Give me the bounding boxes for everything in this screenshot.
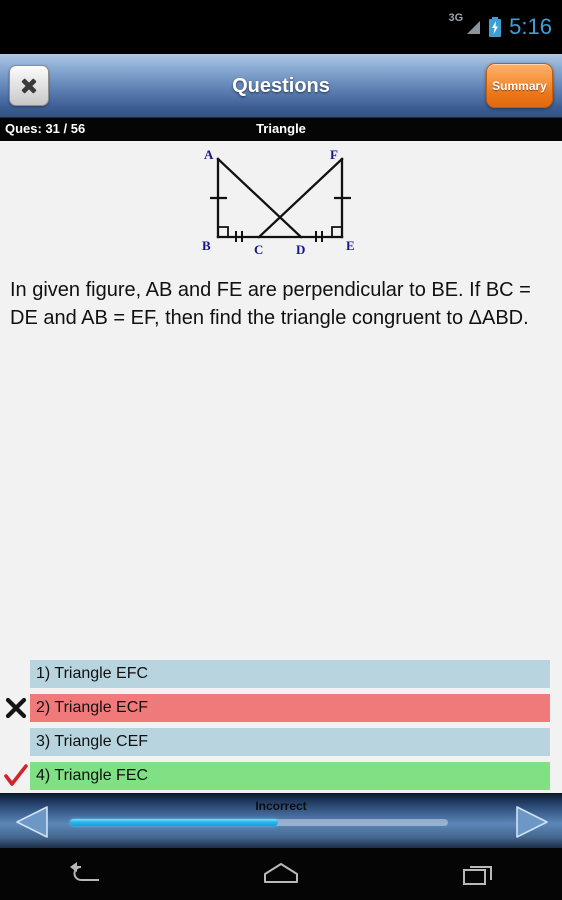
answer-options-list: 1) Triangle EFC 2) Triangle ECF 3) Trian…: [0, 660, 562, 793]
option-mark-3: [2, 728, 30, 756]
geometry-figure: A F B C D E: [0, 141, 562, 259]
question-info-bar: Ques: 31 / 56 Triangle: [0, 118, 562, 141]
vertex-label-a: A: [204, 147, 214, 162]
vertex-label-c: C: [254, 242, 263, 257]
option-row-2: 2) Triangle ECF: [0, 694, 562, 722]
android-status-bar: 3G 5:16: [0, 0, 562, 54]
answer-status-label: Incorrect: [255, 799, 307, 813]
option-mark-1: [2, 660, 30, 688]
option-1[interactable]: 1) Triangle EFC: [30, 660, 550, 688]
option-3[interactable]: 3) Triangle CEF: [30, 728, 550, 756]
network-type-label: 3G: [448, 12, 464, 24]
question-statement: In given figure, AB and FE are perpendic…: [10, 279, 531, 330]
android-back-button[interactable]: [45, 848, 125, 900]
status-bar-clock: 5:16: [509, 14, 552, 39]
vertex-label-e: E: [346, 238, 355, 253]
check-icon: [4, 764, 28, 786]
question-content: A F B C D E In given figure, AB and FE a…: [0, 141, 562, 593]
triangle-diagram-svg: A F B C D E: [202, 147, 355, 257]
battery-charging-icon: [489, 17, 502, 37]
quiz-progress-bar: [70, 819, 448, 826]
app-header: Questions Summary: [0, 54, 562, 118]
vertex-label-d: D: [296, 242, 305, 257]
option-4[interactable]: 4) Triangle FEC: [30, 762, 550, 790]
android-recents-icon: [463, 866, 492, 885]
option-row-1: 1) Triangle EFC: [0, 660, 562, 688]
summary-button[interactable]: Summary: [486, 63, 553, 108]
signal-bars-icon: [467, 20, 481, 34]
option-mark-2: [2, 694, 30, 722]
option-2[interactable]: 2) Triangle ECF: [30, 694, 550, 722]
android-home-icon: [264, 863, 298, 883]
quiz-progress-fill: [70, 819, 278, 826]
vertex-label-f: F: [330, 147, 338, 162]
page-title: Questions: [232, 74, 330, 97]
cross-icon: [5, 697, 27, 719]
option-row-4: 4) Triangle FEC: [0, 762, 562, 790]
topic-label: Triangle: [256, 121, 306, 136]
app-root: 3G 5:16 Questions Summary Ques: 31 / 56 …: [0, 0, 562, 900]
option-mark-4: [2, 762, 30, 790]
android-home-button[interactable]: [241, 848, 321, 900]
vertex-label-b: B: [202, 238, 211, 253]
android-navigation-bar: [0, 848, 562, 900]
right-angle-mark-e: [331, 226, 342, 237]
android-back-icon: [70, 862, 99, 881]
android-recents-button[interactable]: [438, 848, 518, 900]
right-angle-mark-b: [218, 226, 229, 237]
tool-row: Solution: [0, 593, 562, 658]
option-row-3: 3) Triangle CEF: [0, 728, 562, 756]
